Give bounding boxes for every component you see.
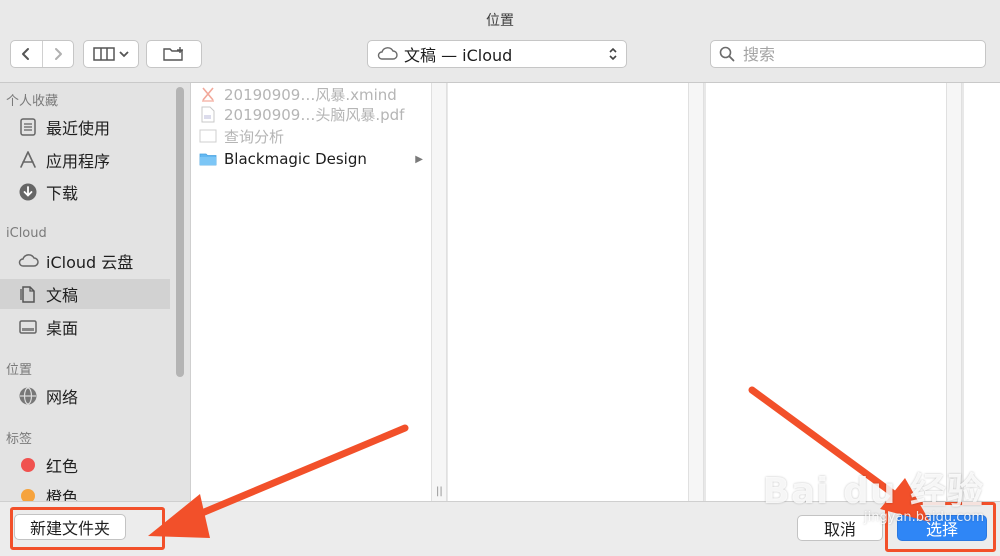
document-file-icon (199, 127, 217, 145)
documents-icon (16, 283, 40, 305)
search-input[interactable] (741, 43, 975, 65)
column-divider[interactable] (431, 83, 447, 501)
sidebar-item-downloads[interactable]: 下载 (0, 177, 170, 207)
new-folder-toolbar-button[interactable] (146, 40, 202, 68)
favorites-header: 个人收藏 (6, 94, 59, 109)
column-resize-grip-icon[interactable]: || (436, 486, 443, 497)
disclosure-arrow-icon: ▶ (415, 153, 423, 165)
sidebar-item-label: 红色 (46, 457, 79, 476)
column-3 (706, 83, 946, 501)
file-name: 20190909…风暴.xmind (224, 85, 397, 104)
sidebar-item-label: iCloud 云盘 (46, 253, 134, 272)
folder-icon (199, 150, 217, 168)
sidebar-item-label: 橙色 (46, 488, 79, 501)
new-folder-icon (163, 47, 183, 61)
column-divider[interactable] (688, 83, 704, 501)
title-bar: 位置 文稿 — iCloud (0, 0, 1000, 83)
folder-item-blackmagic[interactable]: Blackmagic Design ▶ (199, 148, 425, 170)
chevron-right-icon (54, 48, 62, 60)
sidebar-item-network[interactable]: 网络 (0, 381, 170, 411)
cloud-icon (377, 47, 398, 60)
network-icon (16, 385, 40, 407)
search-field[interactable] (710, 40, 986, 68)
updown-chevron-icon (609, 47, 617, 61)
sidebar-item-desktop[interactable]: 桌面 (0, 312, 170, 342)
chevron-down-icon (119, 51, 129, 58)
column-4 (964, 83, 1000, 501)
downloads-icon (16, 181, 40, 203)
column-view-icon (93, 47, 115, 61)
sidebar-item-recents[interactable]: 最近使用 (0, 112, 170, 142)
orange-tag-dot-icon (16, 485, 40, 501)
location-label: 文稿 — iCloud (404, 46, 513, 65)
locations-header: 位置 (6, 363, 33, 378)
file-item-pdf[interactable]: 20190909…头脑风暴.pdf (199, 103, 425, 125)
forward-button[interactable] (41, 41, 74, 67)
column-2 (448, 83, 688, 501)
desktop-icon (16, 316, 40, 338)
watermark: Bai du 经验 jingyan.baidu.com (762, 462, 984, 525)
back-forward-group (10, 40, 74, 68)
sidebar-item-label: 文稿 (46, 286, 79, 305)
sidebar-item-tag-red[interactable]: 红色 (0, 450, 170, 480)
sidebar-item-applications[interactable]: 应用程序 (0, 145, 170, 175)
recents-icon (16, 116, 40, 138)
file-item-document[interactable]: 查询分析 (199, 125, 425, 147)
chevron-left-icon (22, 48, 30, 60)
sidebar-item-label: 桌面 (46, 319, 79, 338)
sidebar-item-label: 最近使用 (46, 119, 111, 138)
location-popup[interactable]: 文稿 — iCloud (367, 40, 627, 68)
sidebar-item-documents[interactable]: 文稿 (0, 279, 170, 309)
pdf-file-icon (199, 105, 217, 123)
sidebar-item-label: 网络 (46, 388, 79, 407)
red-tag-dot-icon (16, 454, 40, 476)
search-icon (719, 46, 735, 62)
watermark-brand: Bai du 经验 (762, 471, 984, 512)
file-item-xmind[interactable]: 20190909…风暴.xmind (199, 83, 425, 105)
column-1: 20190909…风暴.xmind 20190909…头脑风暴.pdf 查询分析… (191, 83, 431, 501)
back-button[interactable] (11, 41, 42, 67)
sidebar-item-label: 应用程序 (46, 152, 111, 171)
applications-icon (16, 149, 40, 171)
sidebar-item-icloud-drive[interactable]: iCloud 云盘 (0, 246, 170, 276)
sidebar-item-label: 下载 (46, 184, 79, 203)
tags-header: 标签 (6, 432, 33, 447)
sidebar-item-tag-orange[interactable]: 橙色 (0, 481, 170, 501)
folder-name: Blackmagic Design (224, 150, 367, 168)
column-divider[interactable] (946, 83, 962, 501)
file-name: 查询分析 (224, 127, 285, 146)
view-mode-button[interactable] (83, 40, 139, 68)
xmind-file-icon (199, 85, 217, 103)
window-title: 位置 (486, 13, 514, 29)
icloud-header: iCloud (6, 226, 47, 241)
sidebar-scrollbar[interactable] (176, 87, 184, 377)
file-name: 20190909…头脑风暴.pdf (224, 105, 405, 124)
new-folder-button[interactable]: 新建文件夹 (14, 514, 126, 540)
cloud-icon (16, 250, 40, 272)
sidebar: 个人收藏 最近使用 应用程序 下载 iCloud iCloud 云盘 文稿 桌面… (0, 83, 191, 501)
